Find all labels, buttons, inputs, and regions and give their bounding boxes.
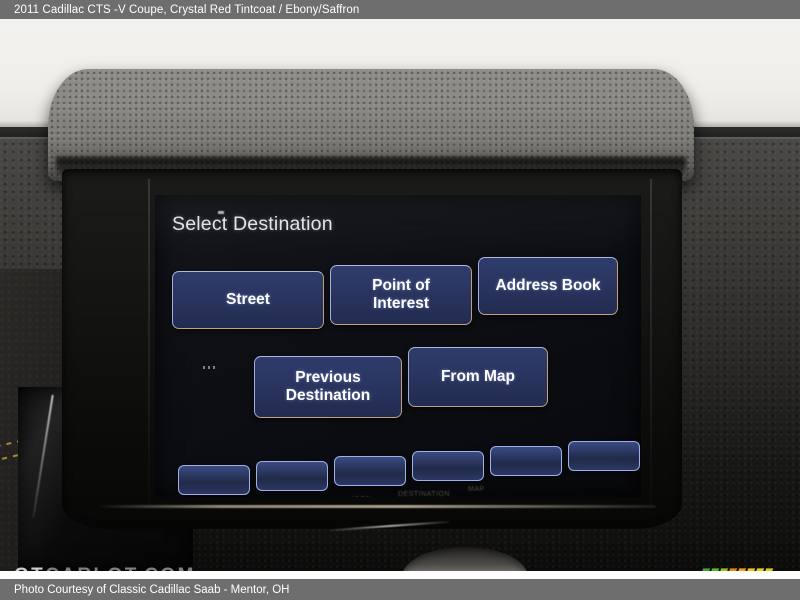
bezel-bottom-sheen [96,505,656,508]
screenshot-root: 2011 Cadillac CTS -V Coupe, Crystal Red … [0,0,800,600]
destination-button-previous-destination[interactable]: Previous Destination [254,356,402,418]
bottom-tab-tab-6[interactable] [568,441,640,471]
screen-dust-dots [203,366,216,369]
destination-button-street[interactable]: Street [172,271,324,329]
destination-button-label: From Map [440,368,516,386]
destination-button-label: Address Book [495,277,601,295]
destination-button-point-of-interest[interactable]: Point of Interest [330,265,472,325]
bezel-seam-right [650,179,652,509]
bottom-tab-tab-5[interactable] [490,446,562,476]
vehicle-title: 2011 Cadillac CTS -V Coupe, Crystal Red … [14,3,360,16]
destination-button-label: Street [226,291,270,309]
faint-bezel-label: ICON [352,496,372,497]
screen-title: Select Destination [172,213,333,235]
destination-button-address-book[interactable]: Address Book [478,257,618,315]
screen-dust-speck [218,211,224,214]
destination-button-label: Previous Destination [285,369,371,404]
bottom-tab-tab-2[interactable] [256,461,328,491]
bezel-seam-left [148,179,150,509]
faint-bezel-label: DESTINATION [398,491,451,497]
photo-credit-bar: Photo Courtesy of Classic Cadillac Saab … [0,579,800,600]
navigation-screen: Select Destination Street Point of Interes… [155,195,641,497]
vehicle-photo: Select Destination Street Point of Interes… [0,19,800,571]
faint-bezel-label: MAP [468,486,485,493]
photo-footer-separator [0,571,800,579]
bottom-tab-tab-1[interactable] [178,465,250,495]
bottom-tab-tab-3[interactable] [334,456,406,486]
listing-header-bar: 2011 Cadillac CTS -V Coupe, Crystal Red … [0,0,800,19]
photo-credit-text: Photo Courtesy of Classic Cadillac Saab … [14,583,290,596]
bottom-tab-tab-4[interactable] [412,451,484,481]
destination-button-label: Point of Interest [372,277,430,312]
destination-button-from-map[interactable]: From Map [408,347,548,407]
